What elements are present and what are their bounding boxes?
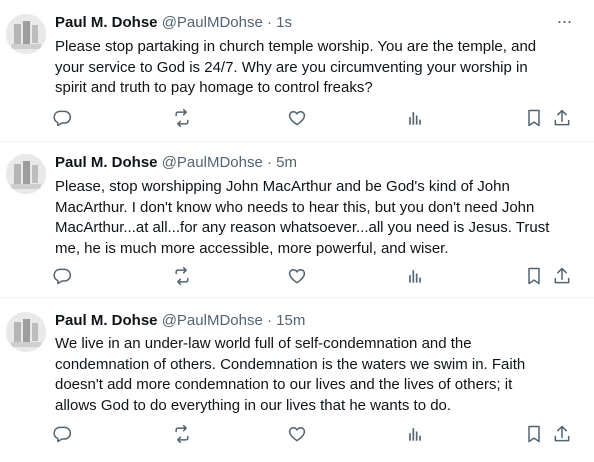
reply-icon[interactable] (52, 424, 74, 446)
tweet-text: We live in an under-law world full of se… (55, 335, 526, 414)
retweet-icon[interactable] (172, 108, 194, 130)
like-icon[interactable] (287, 266, 309, 288)
retweet-icon[interactable] (172, 266, 194, 288)
tweet[interactable]: Paul M. Dohse @PaulMDohse · 5m Please, s… (0, 142, 594, 298)
tweet-actions (52, 108, 582, 130)
bookmark-icon[interactable] (524, 108, 546, 130)
reply-icon[interactable] (52, 266, 74, 288)
separator: · (266, 14, 272, 31)
separator: · (266, 312, 272, 329)
share-icon[interactable] (552, 424, 574, 446)
retweet-icon[interactable] (172, 424, 194, 446)
tweet-header: Paul M. Dohse @PaulMDohse · 5m (55, 154, 297, 172)
views-icon[interactable] (405, 266, 427, 288)
timestamp[interactable]: 5m (276, 154, 297, 171)
avatar[interactable] (6, 312, 46, 352)
share-icon[interactable] (552, 108, 574, 130)
author-name[interactable]: Paul M. Dohse (55, 14, 158, 31)
author-name[interactable]: Paul M. Dohse (55, 154, 158, 171)
author-handle[interactable]: @PaulMDohse (162, 14, 263, 31)
timestamp[interactable]: 15m (276, 312, 305, 329)
tweet-header: Paul M. Dohse @PaulMDohse · 1s (55, 14, 292, 32)
more-icon[interactable]: ··· (554, 12, 574, 30)
bookmark-icon[interactable] (524, 266, 546, 288)
separator: · (266, 154, 272, 171)
tweet-feed: Paul M. Dohse @PaulMDohse · 1s ··· Pleas… (0, 0, 594, 462)
like-icon[interactable] (287, 424, 309, 446)
like-icon[interactable] (287, 108, 309, 130)
author-name[interactable]: Paul M. Dohse (55, 312, 158, 329)
author-handle[interactable]: @PaulMDohse (162, 154, 263, 171)
tweet-text: Please, stop worshipping John MacArthur … (55, 178, 550, 257)
author-handle[interactable]: @PaulMDohse (162, 312, 263, 329)
tweet-actions (52, 424, 582, 446)
views-icon[interactable] (405, 108, 427, 130)
bookmark-icon[interactable] (524, 424, 546, 446)
tweet-text: Please stop partaking in church temple w… (55, 38, 537, 96)
reply-icon[interactable] (52, 108, 74, 130)
tweet-actions (52, 266, 582, 288)
views-icon[interactable] (405, 424, 427, 446)
tweet-header: Paul M. Dohse @PaulMDohse · 15m (55, 312, 305, 330)
timestamp[interactable]: 1s (276, 14, 292, 31)
tweet[interactable]: Paul M. Dohse @PaulMDohse · 15m We live … (0, 298, 594, 462)
tweet[interactable]: Paul M. Dohse @PaulMDohse · 1s ··· Pleas… (0, 0, 594, 142)
avatar[interactable] (6, 154, 46, 194)
avatar[interactable] (6, 14, 46, 54)
share-icon[interactable] (552, 266, 574, 288)
